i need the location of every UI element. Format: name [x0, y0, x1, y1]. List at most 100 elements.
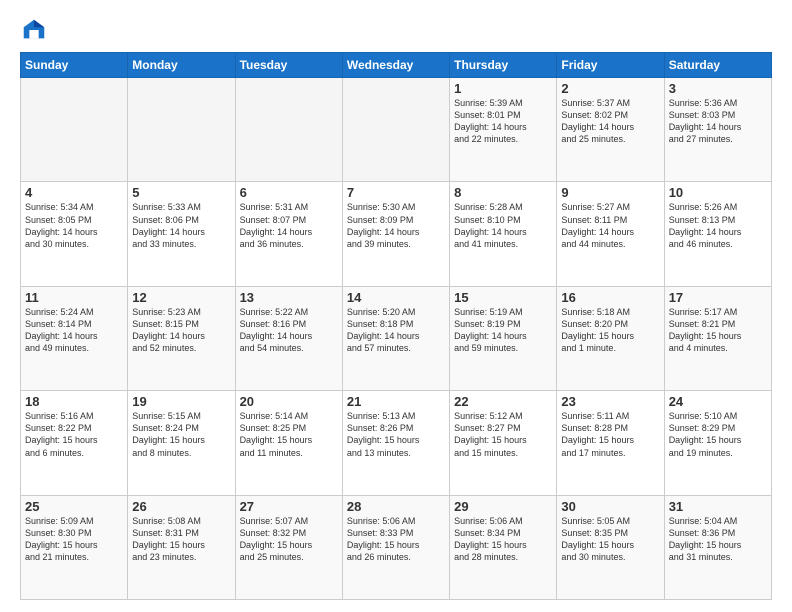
day-number: 23: [561, 394, 659, 409]
calendar-cell: 3Sunrise: 5:36 AM Sunset: 8:03 PM Daylig…: [664, 78, 771, 182]
calendar-cell: 7Sunrise: 5:30 AM Sunset: 8:09 PM Daylig…: [342, 182, 449, 286]
calendar-cell: 17Sunrise: 5:17 AM Sunset: 8:21 PM Dayli…: [664, 286, 771, 390]
calendar-cell: 1Sunrise: 5:39 AM Sunset: 8:01 PM Daylig…: [450, 78, 557, 182]
day-info: Sunrise: 5:04 AM Sunset: 8:36 PM Dayligh…: [669, 515, 767, 564]
calendar-week-row: 18Sunrise: 5:16 AM Sunset: 8:22 PM Dayli…: [21, 391, 772, 495]
day-info: Sunrise: 5:07 AM Sunset: 8:32 PM Dayligh…: [240, 515, 338, 564]
day-info: Sunrise: 5:26 AM Sunset: 8:13 PM Dayligh…: [669, 201, 767, 250]
calendar-week-row: 1Sunrise: 5:39 AM Sunset: 8:01 PM Daylig…: [21, 78, 772, 182]
day-number: 11: [25, 290, 123, 305]
calendar-cell: [235, 78, 342, 182]
weekday-header-monday: Monday: [128, 53, 235, 78]
day-info: Sunrise: 5:19 AM Sunset: 8:19 PM Dayligh…: [454, 306, 552, 355]
day-number: 18: [25, 394, 123, 409]
day-number: 21: [347, 394, 445, 409]
weekday-header-tuesday: Tuesday: [235, 53, 342, 78]
calendar-cell: 16Sunrise: 5:18 AM Sunset: 8:20 PM Dayli…: [557, 286, 664, 390]
calendar-cell: 21Sunrise: 5:13 AM Sunset: 8:26 PM Dayli…: [342, 391, 449, 495]
calendar-cell: 19Sunrise: 5:15 AM Sunset: 8:24 PM Dayli…: [128, 391, 235, 495]
weekday-header-row: SundayMondayTuesdayWednesdayThursdayFrid…: [21, 53, 772, 78]
calendar-week-row: 11Sunrise: 5:24 AM Sunset: 8:14 PM Dayli…: [21, 286, 772, 390]
calendar-cell: [128, 78, 235, 182]
day-info: Sunrise: 5:05 AM Sunset: 8:35 PM Dayligh…: [561, 515, 659, 564]
day-number: 20: [240, 394, 338, 409]
day-number: 27: [240, 499, 338, 514]
calendar-cell: 11Sunrise: 5:24 AM Sunset: 8:14 PM Dayli…: [21, 286, 128, 390]
logo-icon: [20, 16, 48, 44]
day-number: 3: [669, 81, 767, 96]
day-info: Sunrise: 5:09 AM Sunset: 8:30 PM Dayligh…: [25, 515, 123, 564]
calendar-cell: 6Sunrise: 5:31 AM Sunset: 8:07 PM Daylig…: [235, 182, 342, 286]
day-info: Sunrise: 5:37 AM Sunset: 8:02 PM Dayligh…: [561, 97, 659, 146]
day-number: 12: [132, 290, 230, 305]
weekday-header-wednesday: Wednesday: [342, 53, 449, 78]
day-number: 9: [561, 185, 659, 200]
weekday-header-friday: Friday: [557, 53, 664, 78]
day-info: Sunrise: 5:14 AM Sunset: 8:25 PM Dayligh…: [240, 410, 338, 459]
day-number: 30: [561, 499, 659, 514]
calendar-cell: 31Sunrise: 5:04 AM Sunset: 8:36 PM Dayli…: [664, 495, 771, 599]
logo: [20, 16, 52, 44]
day-info: Sunrise: 5:20 AM Sunset: 8:18 PM Dayligh…: [347, 306, 445, 355]
day-number: 10: [669, 185, 767, 200]
calendar-cell: 23Sunrise: 5:11 AM Sunset: 8:28 PM Dayli…: [557, 391, 664, 495]
day-info: Sunrise: 5:34 AM Sunset: 8:05 PM Dayligh…: [25, 201, 123, 250]
calendar-cell: 4Sunrise: 5:34 AM Sunset: 8:05 PM Daylig…: [21, 182, 128, 286]
day-info: Sunrise: 5:18 AM Sunset: 8:20 PM Dayligh…: [561, 306, 659, 355]
day-info: Sunrise: 5:23 AM Sunset: 8:15 PM Dayligh…: [132, 306, 230, 355]
calendar-cell: 15Sunrise: 5:19 AM Sunset: 8:19 PM Dayli…: [450, 286, 557, 390]
calendar-cell: 26Sunrise: 5:08 AM Sunset: 8:31 PM Dayli…: [128, 495, 235, 599]
day-info: Sunrise: 5:30 AM Sunset: 8:09 PM Dayligh…: [347, 201, 445, 250]
calendar-cell: 27Sunrise: 5:07 AM Sunset: 8:32 PM Dayli…: [235, 495, 342, 599]
day-info: Sunrise: 5:13 AM Sunset: 8:26 PM Dayligh…: [347, 410, 445, 459]
day-info: Sunrise: 5:28 AM Sunset: 8:10 PM Dayligh…: [454, 201, 552, 250]
day-number: 8: [454, 185, 552, 200]
day-info: Sunrise: 5:10 AM Sunset: 8:29 PM Dayligh…: [669, 410, 767, 459]
day-number: 26: [132, 499, 230, 514]
day-number: 15: [454, 290, 552, 305]
day-info: Sunrise: 5:31 AM Sunset: 8:07 PM Dayligh…: [240, 201, 338, 250]
calendar-cell: 18Sunrise: 5:16 AM Sunset: 8:22 PM Dayli…: [21, 391, 128, 495]
calendar-cell: 29Sunrise: 5:06 AM Sunset: 8:34 PM Dayli…: [450, 495, 557, 599]
day-number: 24: [669, 394, 767, 409]
day-number: 25: [25, 499, 123, 514]
day-info: Sunrise: 5:15 AM Sunset: 8:24 PM Dayligh…: [132, 410, 230, 459]
weekday-header-thursday: Thursday: [450, 53, 557, 78]
day-number: 29: [454, 499, 552, 514]
calendar-cell: 5Sunrise: 5:33 AM Sunset: 8:06 PM Daylig…: [128, 182, 235, 286]
day-number: 6: [240, 185, 338, 200]
day-info: Sunrise: 5:17 AM Sunset: 8:21 PM Dayligh…: [669, 306, 767, 355]
day-number: 14: [347, 290, 445, 305]
day-info: Sunrise: 5:08 AM Sunset: 8:31 PM Dayligh…: [132, 515, 230, 564]
day-number: 31: [669, 499, 767, 514]
calendar-cell: 30Sunrise: 5:05 AM Sunset: 8:35 PM Dayli…: [557, 495, 664, 599]
day-number: 22: [454, 394, 552, 409]
day-info: Sunrise: 5:12 AM Sunset: 8:27 PM Dayligh…: [454, 410, 552, 459]
calendar-cell: 10Sunrise: 5:26 AM Sunset: 8:13 PM Dayli…: [664, 182, 771, 286]
day-info: Sunrise: 5:11 AM Sunset: 8:28 PM Dayligh…: [561, 410, 659, 459]
day-number: 28: [347, 499, 445, 514]
day-number: 13: [240, 290, 338, 305]
day-info: Sunrise: 5:27 AM Sunset: 8:11 PM Dayligh…: [561, 201, 659, 250]
header: [20, 16, 772, 44]
calendar-cell: 20Sunrise: 5:14 AM Sunset: 8:25 PM Dayli…: [235, 391, 342, 495]
day-number: 16: [561, 290, 659, 305]
day-number: 19: [132, 394, 230, 409]
calendar-cell: 22Sunrise: 5:12 AM Sunset: 8:27 PM Dayli…: [450, 391, 557, 495]
day-info: Sunrise: 5:06 AM Sunset: 8:34 PM Dayligh…: [454, 515, 552, 564]
day-info: Sunrise: 5:06 AM Sunset: 8:33 PM Dayligh…: [347, 515, 445, 564]
day-info: Sunrise: 5:39 AM Sunset: 8:01 PM Dayligh…: [454, 97, 552, 146]
day-number: 2: [561, 81, 659, 96]
calendar-cell: 28Sunrise: 5:06 AM Sunset: 8:33 PM Dayli…: [342, 495, 449, 599]
day-number: 17: [669, 290, 767, 305]
calendar-cell: 8Sunrise: 5:28 AM Sunset: 8:10 PM Daylig…: [450, 182, 557, 286]
calendar-cell: 12Sunrise: 5:23 AM Sunset: 8:15 PM Dayli…: [128, 286, 235, 390]
day-number: 7: [347, 185, 445, 200]
day-info: Sunrise: 5:24 AM Sunset: 8:14 PM Dayligh…: [25, 306, 123, 355]
calendar-cell: [21, 78, 128, 182]
day-info: Sunrise: 5:22 AM Sunset: 8:16 PM Dayligh…: [240, 306, 338, 355]
page: SundayMondayTuesdayWednesdayThursdayFrid…: [0, 0, 792, 612]
day-number: 1: [454, 81, 552, 96]
weekday-header-sunday: Sunday: [21, 53, 128, 78]
day-info: Sunrise: 5:16 AM Sunset: 8:22 PM Dayligh…: [25, 410, 123, 459]
